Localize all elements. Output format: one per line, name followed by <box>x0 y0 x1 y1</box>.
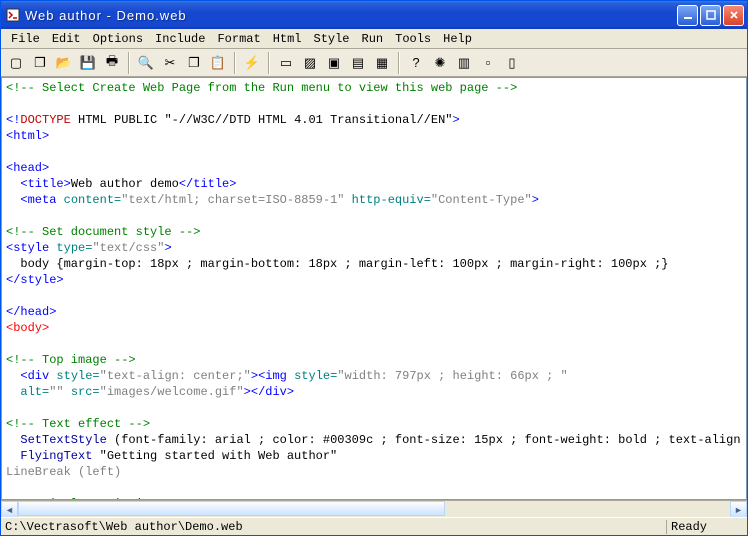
folder-icon[interactable]: ▣ <box>323 52 345 74</box>
status-path: C:\Vectrasoft\Web author\Demo.web <box>1 520 667 534</box>
statusbar: C:\Vectrasoft\Web author\Demo.web Ready <box>1 517 747 535</box>
scroll-left-button[interactable]: ◄ <box>1 501 18 518</box>
image-icon[interactable]: ▨ <box>299 52 321 74</box>
status-ready: Ready <box>667 520 747 534</box>
page-icon[interactable]: ▭ <box>275 52 297 74</box>
menu-include[interactable]: Include <box>149 31 211 47</box>
menu-help[interactable]: Help <box>437 31 478 47</box>
toolbar-separator <box>398 52 400 74</box>
maximize-button[interactable] <box>700 5 721 26</box>
horizontal-scrollbar[interactable]: ◄ ► <box>1 500 747 517</box>
close-button[interactable] <box>723 5 744 26</box>
menu-edit[interactable]: Edit <box>46 31 87 47</box>
cut-icon[interactable]: ✂ <box>159 52 181 74</box>
minimize-button[interactable] <box>677 5 698 26</box>
menu-options[interactable]: Options <box>87 31 149 47</box>
code-content: <!-- Select Create Web Page from the Run… <box>2 78 746 500</box>
scroll-thumb[interactable] <box>18 501 445 516</box>
binoculars-icon[interactable]: 🔍 <box>135 52 157 74</box>
gear-icon[interactable]: ✺ <box>429 52 451 74</box>
toolbar-separator <box>128 52 130 74</box>
new-icon[interactable]: ▢ <box>5 52 27 74</box>
menu-run[interactable]: Run <box>356 31 390 47</box>
check-icon[interactable]: ▦ <box>371 52 393 74</box>
toolbar-separator <box>268 52 270 74</box>
window-title: Web author - Demo.web <box>25 8 677 23</box>
menu-html[interactable]: Html <box>267 31 308 47</box>
lightning-icon[interactable]: ⚡ <box>241 52 263 74</box>
scroll-right-button[interactable]: ► <box>730 501 747 518</box>
toolbar-separator <box>234 52 236 74</box>
open-icon[interactable]: 📂 <box>53 52 75 74</box>
code-editor[interactable]: <!-- Select Create Web Page from the Run… <box>1 77 747 500</box>
menu-format[interactable]: Format <box>211 31 266 47</box>
page2-icon[interactable]: ▯ <box>501 52 523 74</box>
toolbar: ▢❐📂💾🖶🔍✂❐📋⚡▭▨▣▤▦?✺▥▫▯ <box>1 49 747 77</box>
save-icon[interactable]: 💾 <box>77 52 99 74</box>
menubar: FileEditOptionsIncludeFormatHtmlStyleRun… <box>1 29 747 49</box>
window-icon[interactable]: ▥ <box>453 52 475 74</box>
copy-icon[interactable]: ❐ <box>29 52 51 74</box>
paste-icon[interactable]: 📋 <box>207 52 229 74</box>
menu-style[interactable]: Style <box>308 31 356 47</box>
menu-file[interactable]: File <box>5 31 46 47</box>
titlebar: Web author - Demo.web <box>1 1 747 29</box>
copy2-icon[interactable]: ❐ <box>183 52 205 74</box>
print-icon[interactable]: 🖶 <box>101 52 123 74</box>
doc-icon[interactable]: ▫ <box>477 52 499 74</box>
scroll-track[interactable] <box>18 501 730 517</box>
list-icon[interactable]: ▤ <box>347 52 369 74</box>
menu-tools[interactable]: Tools <box>389 31 437 47</box>
app-icon <box>5 7 21 23</box>
help-icon[interactable]: ? <box>405 52 427 74</box>
